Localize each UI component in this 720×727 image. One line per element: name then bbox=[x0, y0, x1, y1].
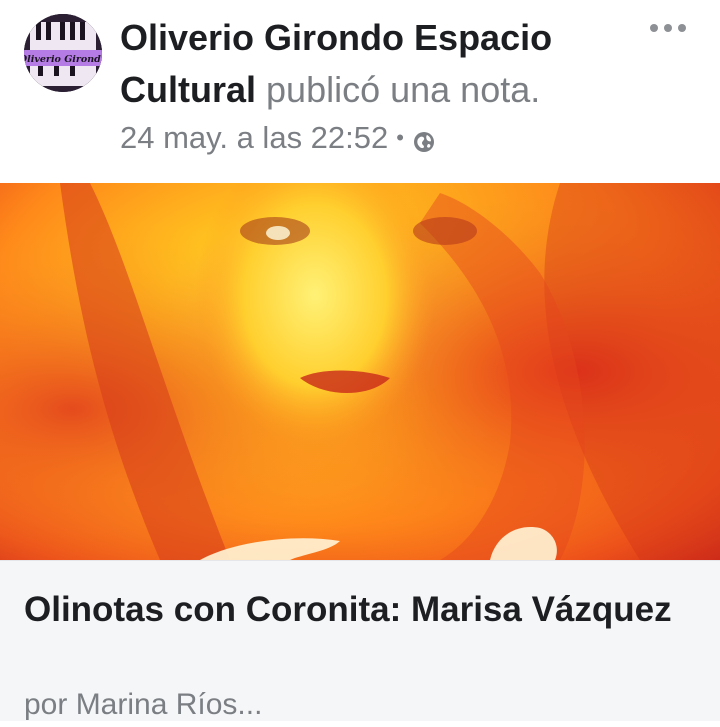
note-title[interactable]: Olinotas con Coronita: Marisa Vázquez bbox=[24, 584, 684, 636]
post-meta: 24 may. a las 22:52 • bbox=[120, 116, 436, 160]
more-horizontal-icon bbox=[664, 24, 672, 32]
globe-icon bbox=[412, 126, 436, 152]
post-action-text: publicó una nota. bbox=[266, 69, 541, 110]
avatar-logo-text: Oliverio Girondo bbox=[24, 54, 102, 65]
meta-separator: • bbox=[396, 125, 404, 150]
page-avatar[interactable]: Oliverio Girondo bbox=[24, 14, 102, 92]
more-horizontal-icon bbox=[650, 24, 658, 32]
post-title: Oliverio Girondo Espacio Cultural public… bbox=[120, 12, 640, 116]
cover-photo bbox=[0, 183, 720, 560]
more-options-button[interactable] bbox=[640, 6, 696, 50]
post-header: Oliverio Girondo Oliverio Girondo Espaci… bbox=[0, 0, 720, 183]
note-cover-image[interactable] bbox=[0, 183, 720, 560]
avatar-logo: Oliverio Girondo bbox=[24, 14, 102, 92]
piano-keys bbox=[30, 22, 96, 50]
note-author: por Marina Ríos... bbox=[24, 688, 263, 721]
more-horizontal-icon bbox=[678, 24, 686, 32]
post-timestamp[interactable]: 24 may. a las 22:52 bbox=[120, 120, 388, 156]
